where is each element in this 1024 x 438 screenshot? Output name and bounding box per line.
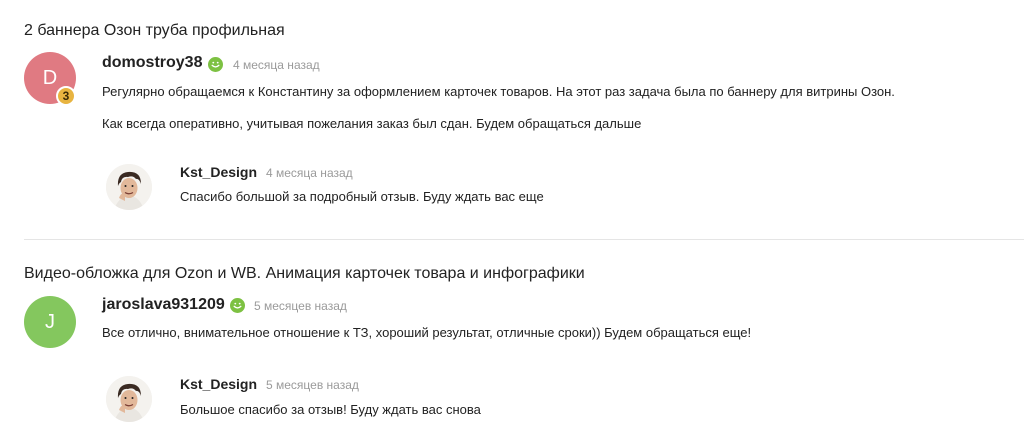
level-badge-number: 3 bbox=[62, 89, 70, 103]
seller-photo-icon bbox=[106, 376, 152, 422]
reply-text: Большое спасибо за отзыв! Буду ждать вас… bbox=[180, 402, 481, 417]
online-dot-icon bbox=[208, 57, 223, 72]
username-link[interactable]: jaroslava931209 bbox=[102, 296, 225, 314]
seller-avatar[interactable] bbox=[106, 376, 152, 422]
seller-name[interactable]: Kst_Design bbox=[180, 164, 257, 180]
online-dot-icon bbox=[230, 298, 245, 313]
user-avatar[interactable]: J bbox=[24, 296, 76, 348]
reply-time: 4 месяца назад bbox=[266, 166, 353, 180]
medal-icon: 3 bbox=[56, 86, 76, 106]
review-time: 4 месяца назад bbox=[233, 58, 320, 72]
avatar-initial: D bbox=[42, 66, 58, 89]
review-title[interactable]: Видео-обложка для Ozon и WB. Анимация ка… bbox=[24, 265, 585, 283]
reply-text: Спасибо большой за подробный отзыв. Буду… bbox=[180, 189, 544, 204]
review-text-line: Как всегда оперативно, учитывая пожелани… bbox=[102, 116, 642, 131]
review-text-line: Все отлично, внимательное отношение к ТЗ… bbox=[102, 325, 752, 340]
review-title[interactable]: 2 баннера Озон труба профильная bbox=[24, 22, 285, 40]
seller-name[interactable]: Kst_Design bbox=[180, 376, 257, 392]
review-time: 5 месяцев назад bbox=[254, 299, 347, 313]
avatar-initial: J bbox=[45, 310, 55, 333]
seller-photo-icon bbox=[106, 164, 152, 210]
seller-avatar[interactable] bbox=[106, 164, 152, 210]
reply-time: 5 месяцев назад bbox=[266, 378, 359, 392]
review-text-line: Регулярно обращаемся к Константину за оф… bbox=[102, 84, 895, 99]
username-link[interactable]: domostroy38 bbox=[102, 54, 202, 72]
review-divider bbox=[24, 239, 1024, 240]
